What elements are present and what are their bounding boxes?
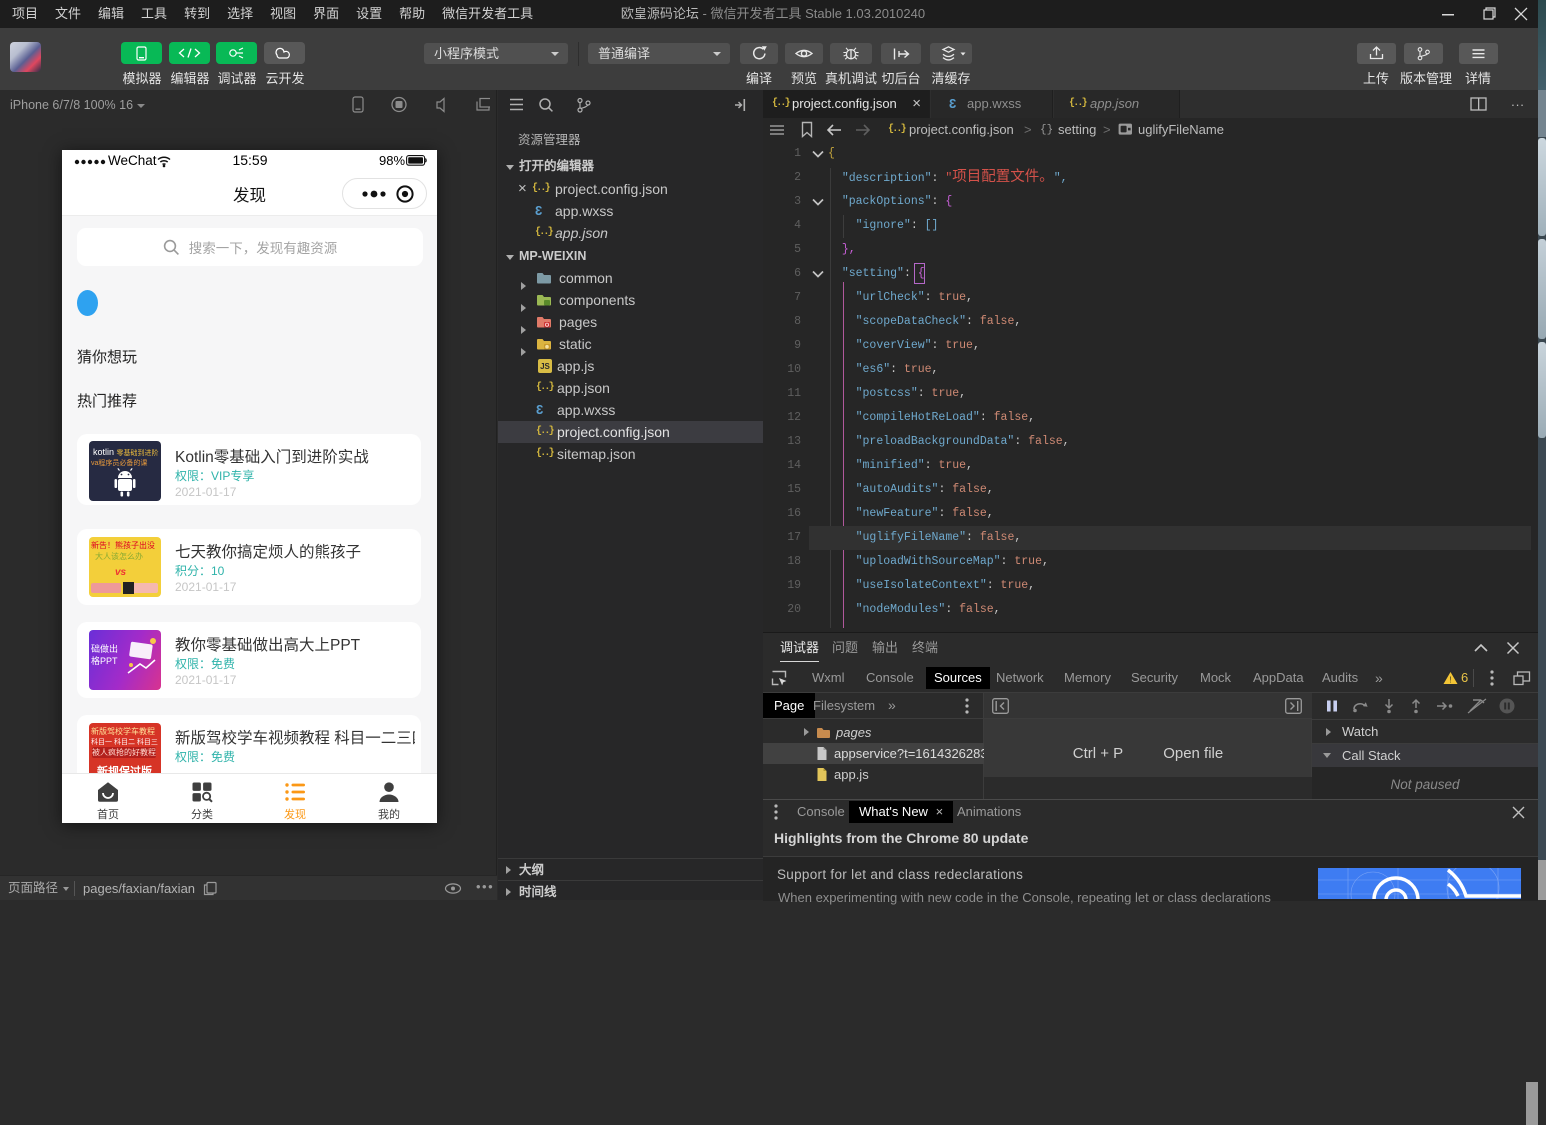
svg-text:!: ! [1449, 676, 1451, 685]
